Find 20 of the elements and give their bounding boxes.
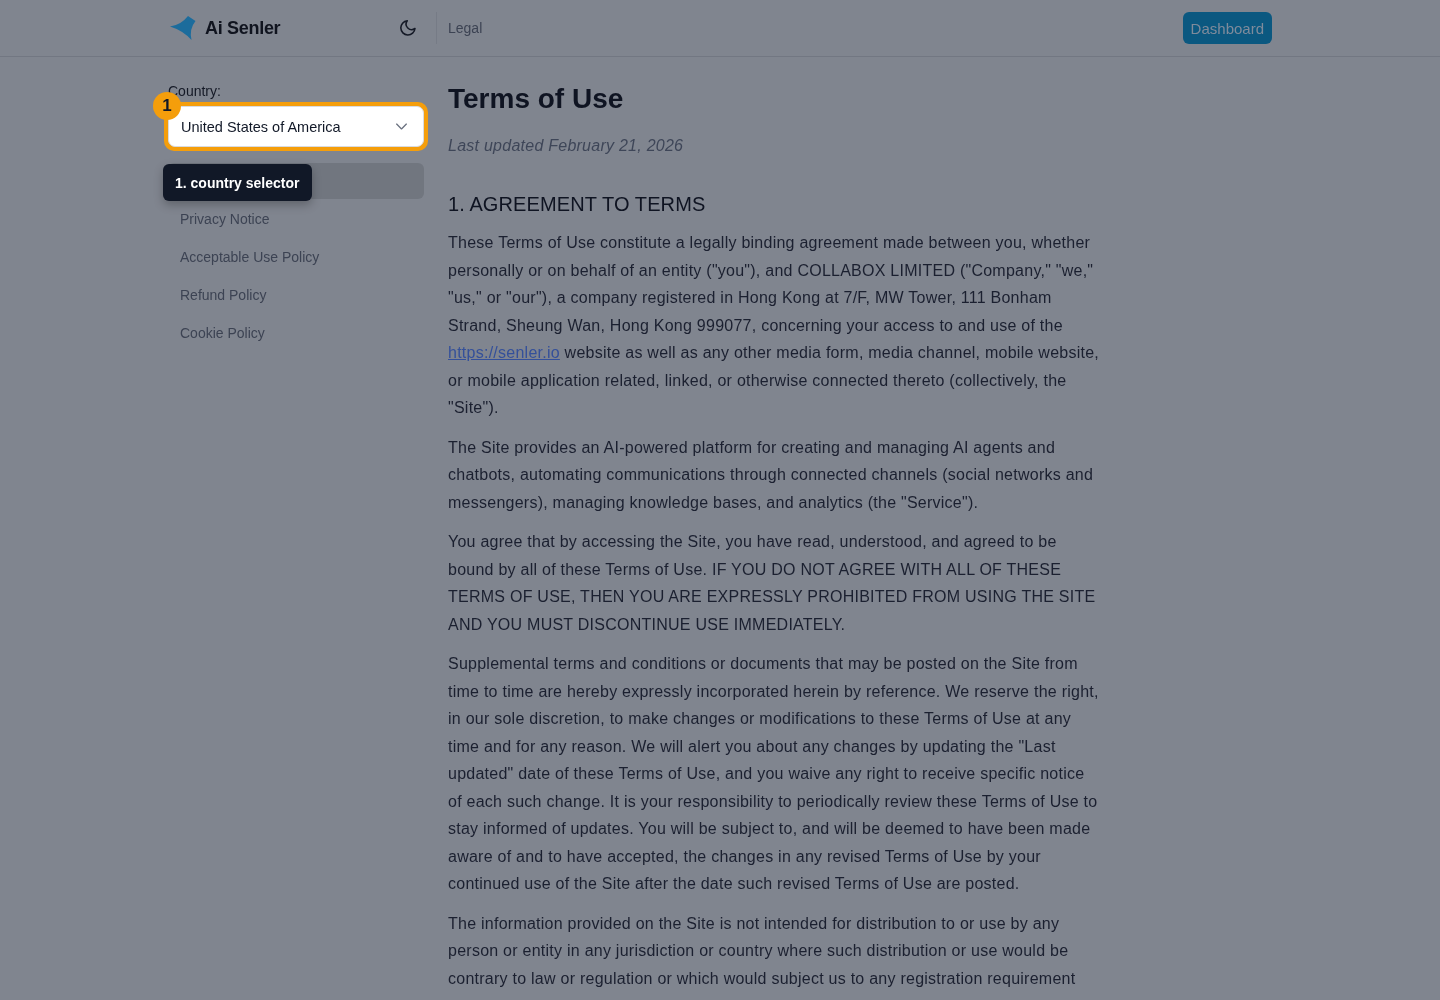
dashboard-button[interactable]: Dashboard: [1182, 12, 1272, 44]
sidebar-nav-item[interactable]: Cookie Policy: [168, 315, 424, 351]
last-updated-text: Last updated February 21, 2026: [448, 136, 685, 156]
paragraph: These Terms of Use constitute a legally binding agreement made between you, whether personally or on behalf of an entity ("you"), and COLLABOX LIMITED ("Company," "we," "us," or "our"), a company registered in Hong Kong at 7/F, MW Tower, 111 Bonham Strand, Sheung Wan, Hong Kong 999077, concerning your access to and use of the https://senler.io website as well as any other media form, media channel, mobile website, or mobile application related, linked, or otherwise connected thereto (collectively, the "Site").: [448, 233, 1100, 418]
chevron-down-icon: [396, 123, 407, 130]
breadcrumb-link[interactable]: Legal: [448, 20, 483, 36]
moon-icon: [400, 20, 416, 36]
tour-tooltip: 1. country selector: [163, 164, 312, 201]
section-heading: 1. AGREEMENT TO TERMS: [448, 192, 707, 217]
logo-text: Ai Senler: [205, 17, 281, 39]
paragraph: The information provided on the Site is not intended for distribution to or use by any person or entity in any jurisdiction or country where such distribution or use would be contrary to law or regulation or which would subject us to any registration requirement: [448, 913, 1077, 989]
paragraph: You agree that by accessing the Site, you have read, understood, and agreed to be bound by all of these Terms of Use. IF YOU DO NOT AGREE WITH ALL OF THESE TERMS OF USE, THEN YOU ARE EXPRESSLY PROHIBITED FROM USING THE SITE AND YOU MUST DISCONTINUE USE IMMEDIATELY.: [448, 532, 1097, 635]
sidebar-nav-item[interactable]: Privacy Notice: [168, 201, 424, 237]
paragraph: Supplemental terms and conditions or documents that may be posted on the Site from time to time are hereby expressly incorporated herein by reference. We reserve the right, in our sole discretion, to make changes or modifications to these Terms of Use at any time and for any reason. We will alert you about any changes by updating the "Last updated" date of these Terms of Use, and you waive any right to receive specific notice of each such change. It is your responsibility to periodically review these Terms of Use to stay informed of updates. You will be subject to, and will be deemed to have been made aware of and to have accepted, the changes in any revised Terms of Use by your continued use of the Site after the date such revised Terms of Use are posted.: [448, 654, 1100, 894]
sidebar-nav-item[interactable]: Acceptable Use Policy: [168, 239, 424, 275]
paragraph: The Site provides an AI-powered platform for creating and managing AI agents and chatbots, automating communications through connected channels (social networks and messengers), managing knowledge bases, and analytics (the "Service").: [448, 437, 1095, 513]
logo-icon: [170, 15, 196, 41]
sidebar-nav-item[interactable]: Refund Policy: [168, 277, 424, 313]
page-title: Terms of Use: [448, 82, 625, 116]
website-link[interactable]: https://senler.io: [448, 344, 560, 361]
